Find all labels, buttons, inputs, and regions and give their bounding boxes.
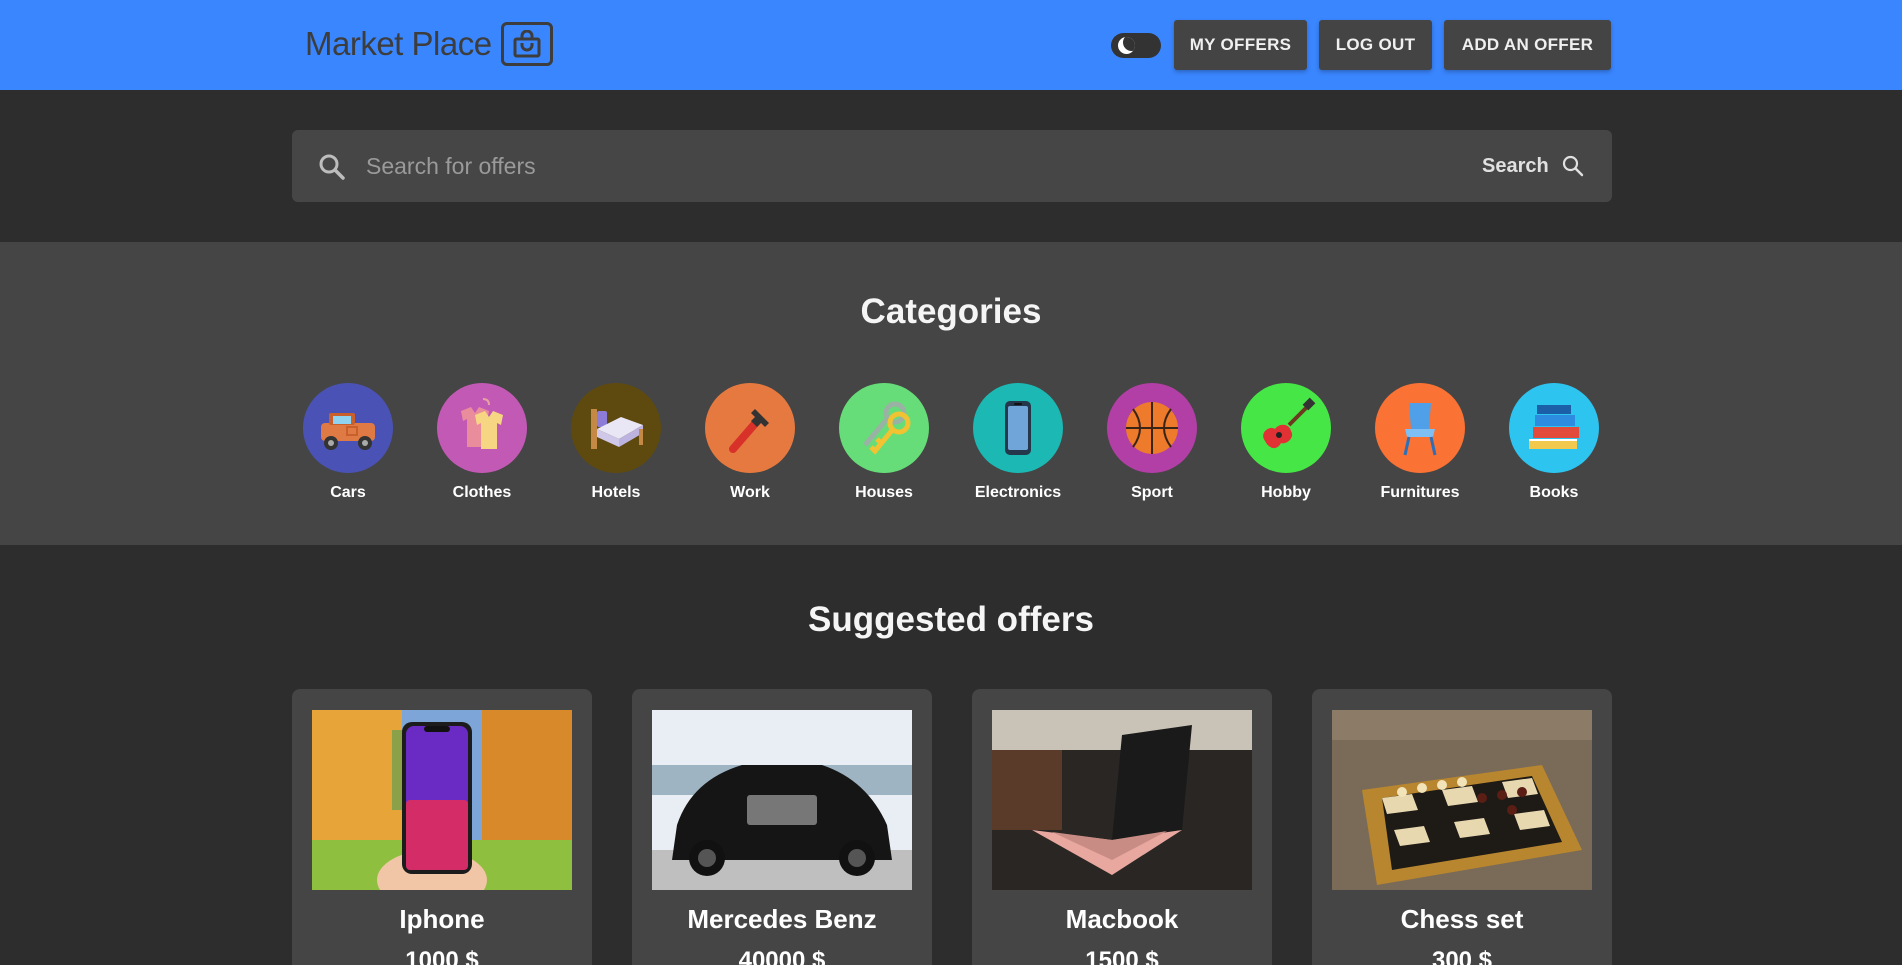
bed-icon — [571, 383, 661, 473]
logo[interactable]: Market Place — [305, 22, 553, 66]
search-button[interactable]: Search — [1482, 148, 1585, 184]
offer-card-chess[interactable]: Chess set 300 $ — [1312, 689, 1612, 965]
offer-title: Mercedes Benz — [687, 904, 877, 934]
offer-title: Chess set — [1400, 904, 1524, 934]
category-houses[interactable]: Houses — [829, 383, 939, 502]
search-bar: Search — [292, 130, 1612, 202]
add-offer-button[interactable]: ADD AN OFFER — [1444, 20, 1611, 70]
offer-card-mercedes[interactable]: Mercedes Benz 40000 $ — [632, 689, 932, 965]
category-cars[interactable]: Cars — [293, 383, 403, 502]
keys-icon — [839, 383, 929, 473]
offers-title: Suggested offers — [808, 600, 1094, 639]
offer-title: Macbook — [1065, 904, 1179, 934]
offer-price: 40000 $ — [738, 947, 826, 965]
iphone-photo — [312, 710, 572, 890]
category-label: Furnitures — [1380, 484, 1460, 501]
shirt-icon — [437, 383, 527, 473]
offer-title: Iphone — [399, 904, 485, 934]
log-out-button[interactable]: LOG OUT — [1319, 20, 1432, 70]
my-offers-button[interactable]: MY OFFERS — [1174, 20, 1307, 70]
category-furnitures[interactable]: Furnitures — [1365, 383, 1475, 502]
books-icon — [1509, 383, 1599, 473]
shopping-bag-icon — [500, 22, 553, 66]
search-icon — [317, 152, 347, 182]
category-sport[interactable]: Sport — [1097, 383, 1207, 502]
category-label: Hotels — [591, 484, 641, 501]
search-icon — [1562, 155, 1583, 177]
offer-price: 300 $ — [1431, 947, 1493, 965]
category-label: Sport — [1131, 484, 1173, 501]
category-label: Cars — [330, 484, 366, 501]
category-label: Work — [730, 484, 770, 501]
category-label: Houses — [855, 484, 913, 501]
category-label: Clothes — [452, 484, 512, 501]
offer-card-macbook[interactable]: Macbook 1500 $ — [972, 689, 1272, 965]
category-clothes[interactable]: Clothes — [427, 383, 537, 502]
offer-price: 1500 $ — [1085, 947, 1159, 965]
category-work[interactable]: Work — [695, 383, 805, 502]
guitar-icon — [1241, 383, 1331, 473]
categories-title: Categories — [860, 292, 1042, 331]
category-label: Books — [1529, 484, 1579, 501]
search-button-label: Search — [1482, 154, 1549, 177]
search-input[interactable] — [366, 146, 1366, 186]
category-electronics[interactable]: Electronics — [963, 383, 1073, 502]
category-label: Electronics — [974, 484, 1062, 501]
basketball-icon — [1107, 383, 1197, 473]
category-label: Hobby — [1261, 484, 1311, 501]
logo-text: Market Place — [305, 25, 492, 62]
top-header: Market Place MY OFFERS LOG OUT ADD AN OF… — [0, 0, 1902, 90]
car-icon — [303, 383, 393, 473]
mercedes-photo — [652, 710, 912, 890]
moon-icon — [1118, 37, 1135, 54]
phone-icon — [973, 383, 1063, 473]
offer-price: 1000 $ — [405, 947, 479, 965]
chess-photo — [1332, 710, 1592, 890]
offer-card-iphone[interactable]: Iphone 1000 $ — [292, 689, 592, 965]
chair-icon — [1375, 383, 1465, 473]
categories-section: Categories Cars Clothes Hotels Work Hous… — [0, 242, 1902, 545]
wrench-icon — [705, 383, 795, 473]
category-hotels[interactable]: Hotels — [561, 383, 671, 502]
category-books[interactable]: Books — [1499, 383, 1609, 502]
theme-toggle[interactable] — [1111, 33, 1161, 58]
macbook-photo — [992, 710, 1252, 890]
category-hobby[interactable]: Hobby — [1231, 383, 1341, 502]
